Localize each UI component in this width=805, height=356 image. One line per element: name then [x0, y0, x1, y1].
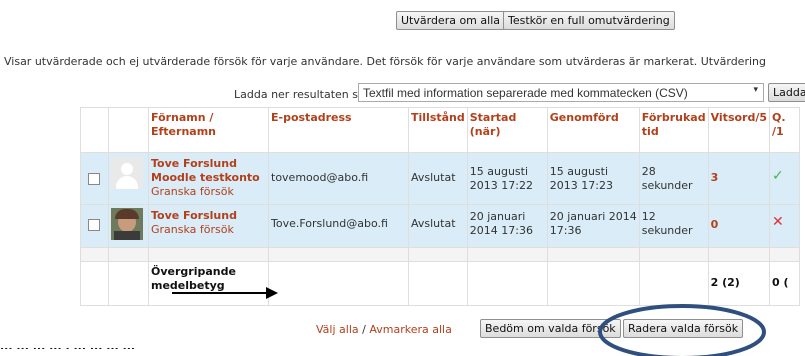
col-q1-header[interactable]: Q./1: [769, 107, 801, 153]
col-name-header[interactable]: Förnamn / Efternamn: [148, 107, 269, 153]
user-name-link[interactable]: Tove Forslund: [151, 157, 266, 171]
check-icon[interactable]: ✓: [769, 152, 801, 205]
col-email-header[interactable]: E-postadress: [268, 107, 409, 153]
selection-links: Välj alla / Avmarkera alla: [316, 323, 452, 336]
highlight-ellipse: [598, 304, 766, 356]
user-name-line2[interactable]: Moodle testkonto: [151, 171, 266, 185]
review-attempt-link[interactable]: Granska försök: [151, 185, 266, 199]
time-taken: 28: [641, 165, 656, 178]
row-checkbox[interactable]: [88, 173, 100, 185]
spacer-row: [80, 247, 801, 262]
state-cell: Avslutat: [408, 152, 468, 205]
cross-icon[interactable]: ✕: [769, 204, 801, 248]
summary-q: 0 (: [769, 261, 801, 306]
grade-link[interactable]: 3: [707, 152, 771, 205]
table-row: Tove Forslund Granska försök Tove.Forslu…: [80, 204, 801, 248]
cutoff-text: ... ... ... ... . ... ... ... ...: [0, 340, 136, 349]
deselect-all-link[interactable]: Avmarkera alla: [369, 323, 451, 336]
user-name-link[interactable]: Tove Forslund: [151, 209, 266, 223]
row-checkbox[interactable]: [88, 219, 100, 231]
state-cell: Avslutat: [408, 204, 468, 248]
download-label: Ladda ner resultaten som: [234, 88, 376, 101]
started-time: 2013 17:22: [469, 179, 533, 192]
regrade-all-button[interactable]: Utvärdera om alla: [396, 11, 505, 30]
summary-label: Övergripande: [151, 265, 236, 278]
info-text: Visar utvärderade och ej utvärderade för…: [4, 55, 766, 68]
email-cell: tovemood@abo.fi: [268, 152, 409, 205]
dryrun-regrade-button[interactable]: Testkör en full omutvärdering: [503, 11, 675, 30]
started-date: 15 augusti: [469, 165, 529, 178]
avatar[interactable]: [111, 157, 143, 189]
time-taken-unit: sekunder: [641, 224, 693, 237]
chevron-down-icon: ▾: [753, 85, 758, 95]
time-taken-unit: sekunder: [641, 179, 693, 192]
download-format-select[interactable]: Textfil med information separerade med k…: [358, 83, 764, 102]
review-attempt-link[interactable]: Granska försök: [151, 223, 266, 237]
attempts-table: Förnamn / Efternamn E-postadress Tillstån…: [80, 107, 801, 306]
download-format-value: Textfil med information separerade med k…: [363, 86, 688, 100]
download-button[interactable]: Ladda: [768, 83, 805, 102]
completed-date: 15 augusti: [549, 165, 609, 178]
email-cell: Tove.Forslund@abo.fi: [268, 204, 409, 248]
arrow-annotation: [172, 287, 278, 299]
avatar[interactable]: [111, 208, 143, 240]
col-state-header[interactable]: Tillstånd: [408, 107, 468, 153]
completed-time: 17:36: [549, 224, 582, 237]
grade-link[interactable]: 0: [707, 204, 771, 248]
table-row: Tove Forslund Moodle testkonto Granska f…: [80, 152, 801, 205]
col-started-header[interactable]: Startad (när): [466, 107, 548, 153]
col-timetaken-header[interactable]: Förbrukad tid: [638, 107, 709, 153]
select-all-link[interactable]: Välj alla: [316, 323, 359, 336]
completed-time: 2013 17:23: [549, 179, 613, 192]
col-completed-header[interactable]: Genomförd: [546, 107, 640, 153]
completed-date: 20 januari 2014: [549, 210, 637, 223]
time-taken: 12: [641, 210, 656, 223]
table-header-row: Förnamn / Efternamn E-postadress Tillstån…: [80, 107, 801, 153]
started-time: 2014 17:36: [469, 224, 533, 237]
col-grade-header[interactable]: Vitsord/5: [707, 107, 771, 153]
started-date: 20 januari: [469, 210, 526, 223]
